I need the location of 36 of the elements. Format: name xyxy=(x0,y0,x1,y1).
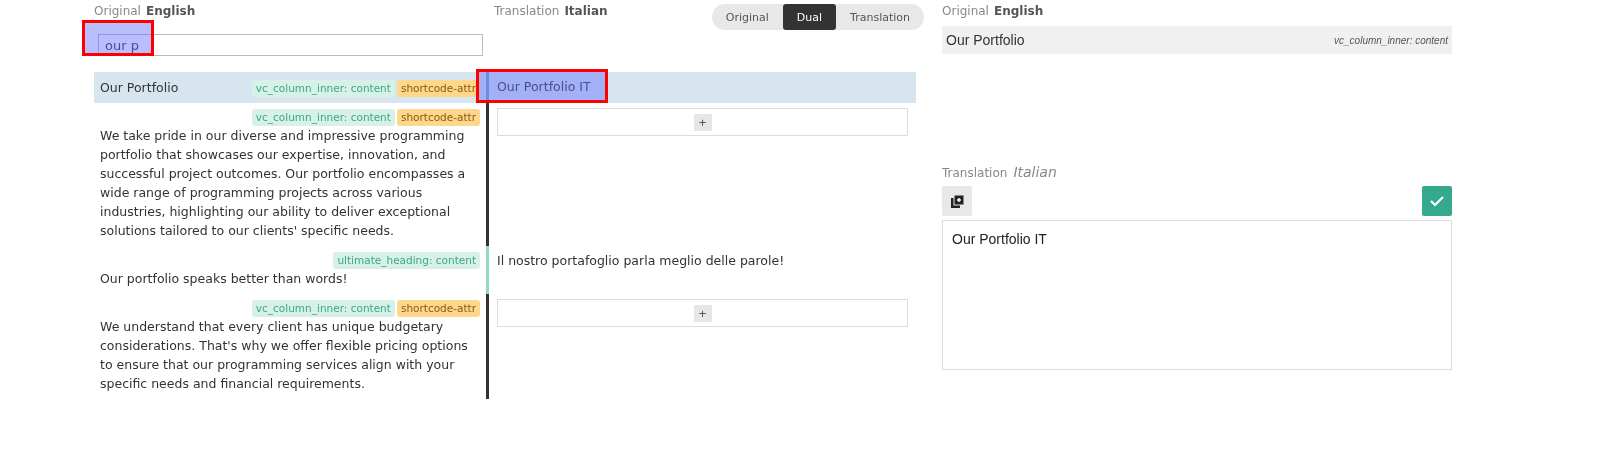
copy-icon xyxy=(950,194,964,208)
column-label: Original xyxy=(94,4,141,18)
language-name: English xyxy=(993,4,1044,18)
source-text: Our Portfolio xyxy=(100,79,179,97)
view-toggle-button[interactable]: Translation xyxy=(836,4,924,30)
language-name: Italian xyxy=(564,4,608,18)
empty-translation-field[interactable]: + xyxy=(497,108,908,136)
context-tag: vc_column_inner: content xyxy=(251,300,395,317)
language-name: Italian xyxy=(1013,164,1057,180)
context-tag: shortcode-attr xyxy=(396,80,480,97)
context-tag: ultimate_heading: content xyxy=(333,252,480,269)
check-icon xyxy=(1429,193,1445,209)
column-label: Translation xyxy=(494,4,560,18)
check-button[interactable] xyxy=(1422,186,1452,216)
source-text: We take pride in our diverse and impressive programming portfolio that showcases our expertise, innovation, and successful project outcomes. Our portfolio encompasses a wide range of programming projects across various industries, highlighting our ability to deliver exceptional solutions tailored to our clients' specific needs. xyxy=(100,127,467,240)
translation-field[interactable]: Our Portfolio IT xyxy=(942,220,1452,370)
translation-text[interactable]: Il nostro portafoglio parla meglio delle parole! xyxy=(497,253,785,268)
language-name: English xyxy=(145,4,196,18)
view-toggle-button[interactable]: Original xyxy=(711,4,783,30)
original-text: Our Portfolio xyxy=(946,32,1025,48)
column-label: Original xyxy=(942,4,989,18)
context-label: vc_column_inner: content xyxy=(1334,34,1448,46)
add-button[interactable]: + xyxy=(693,113,712,131)
translation-text[interactable]: Our Portfolio IT xyxy=(497,79,591,94)
search-field[interactable]: our p xyxy=(98,34,483,56)
empty-translation-field[interactable]: + xyxy=(497,299,908,327)
context-tag: vc_column_inner: content xyxy=(251,109,395,126)
context-tag: shortcode-attr xyxy=(396,300,480,317)
source-text: We understand that every client has unique budgetary considerations. That's why we offer flexible pricing options to ensure that our programming services align with your specific needs and financial requirements. xyxy=(100,318,469,393)
context-tag: vc_column_inner: content xyxy=(251,80,395,97)
context-tag: shortcode-attr xyxy=(396,109,480,126)
source-text: Our portfolio speaks better than words! xyxy=(100,270,348,288)
column-label: Translation xyxy=(942,166,1008,180)
copy-button[interactable] xyxy=(942,186,972,216)
view-toggle-button[interactable]: Dual xyxy=(782,4,837,30)
add-button[interactable]: + xyxy=(693,304,712,322)
